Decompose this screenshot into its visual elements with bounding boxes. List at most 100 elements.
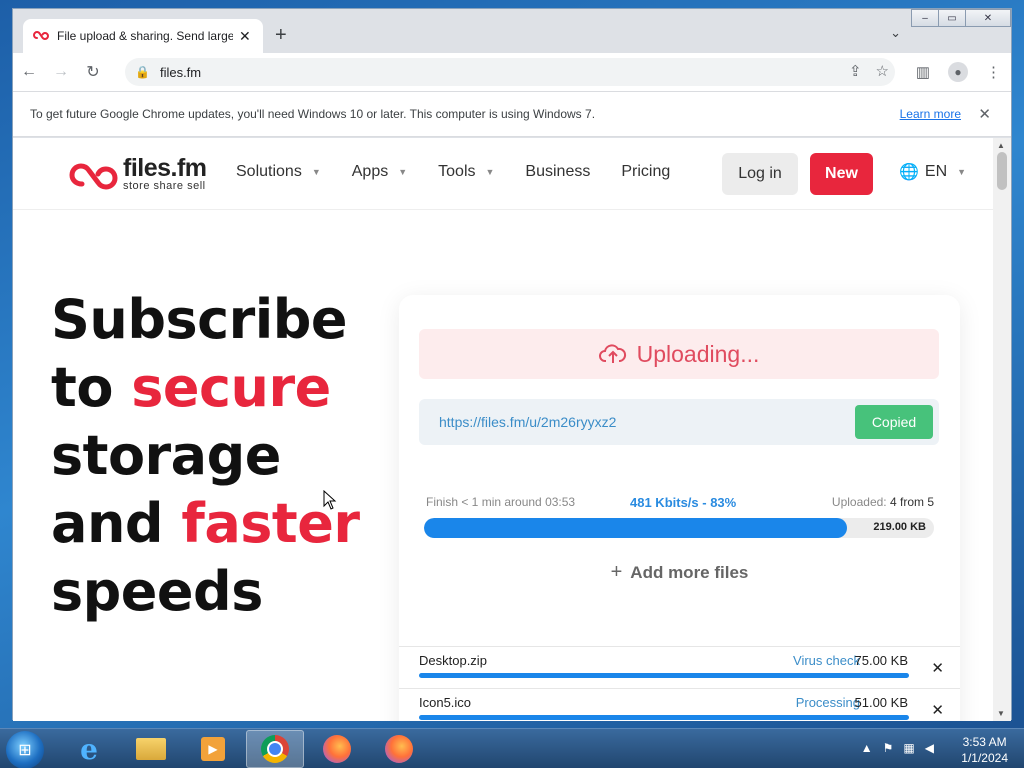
url-text: files.fm: [159, 64, 202, 80]
nav-apps-label: Apps: [351, 163, 389, 180]
bookmark-star-icon[interactable]: ☆: [876, 62, 889, 80]
taskbar-firefox[interactable]: [308, 730, 366, 768]
taskbar-media-player[interactable]: ▶: [184, 730, 242, 768]
back-arrow-icon[interactable]: ←: [13, 63, 45, 81]
clock-time: 3:53 AM: [962, 735, 1007, 749]
file-status: Processing: [795, 695, 860, 710]
file-name: Desktop.zip: [419, 653, 487, 668]
new-button[interactable]: New: [810, 153, 873, 195]
reload-icon[interactable]: ↻: [77, 62, 109, 82]
forward-arrow-icon[interactable]: →: [45, 63, 77, 81]
menu-kebab-icon[interactable]: ⋮: [986, 63, 1001, 81]
taskbar-internet-explorer[interactable]: e: [60, 730, 118, 768]
system-clock[interactable]: 3:53 AM 1/1/2024: [961, 734, 1008, 766]
file-size: 51.00 KB: [854, 695, 909, 710]
language-selector[interactable]: 🌐 EN ▼: [899, 162, 966, 182]
mouse-cursor-icon: [323, 490, 337, 510]
uploaded-label: Uploaded:: [831, 495, 887, 509]
file-status: Virus check: [793, 653, 860, 668]
upload-progress-bar: 219.00 KB: [424, 518, 934, 538]
hero-line-5: speeds: [51, 560, 263, 623]
login-button[interactable]: Log in: [722, 153, 798, 195]
maximize-button[interactable]: ▭: [938, 9, 966, 27]
share-icon[interactable]: ⇪: [849, 62, 862, 80]
share-link-box: https://files.fm/u/2m26ryyxz2 Copied: [419, 399, 939, 445]
share-link[interactable]: https://files.fm/u/2m26ryyxz2: [439, 414, 616, 430]
upload-progress-size: 219.00 KB: [873, 521, 926, 533]
cloud-upload-icon: [598, 344, 626, 363]
copied-button[interactable]: Copied: [855, 405, 933, 439]
tab-close-icon[interactable]: ✕: [239, 28, 251, 45]
taskbar-firefox-2[interactable]: [370, 730, 428, 768]
remove-file-icon[interactable]: ✕: [931, 701, 944, 719]
add-more-files-label: Add more files: [630, 563, 749, 582]
learn-more-link[interactable]: Learn more: [900, 107, 961, 121]
globe-icon: 🌐: [899, 164, 919, 181]
volume-icon[interactable]: ◀: [925, 741, 934, 755]
uploaded-count: Uploaded: 4 from 5: [832, 495, 934, 509]
system-tray: ▲ ⚑ ▦ ◀: [861, 741, 934, 755]
chrome-icon: [261, 735, 289, 763]
file-progress-bar: [419, 673, 909, 678]
nav-business[interactable]: Business: [525, 163, 590, 181]
uploaded-value: 4 from 5: [889, 495, 934, 509]
page-viewport: files.fm store share sell Solutions ▼ App…: [13, 138, 995, 721]
tab-title: File upload & sharing. Send large: [57, 29, 233, 43]
nav-solutions[interactable]: Solutions ▼: [236, 163, 321, 181]
media-player-icon: ▶: [201, 737, 225, 761]
profile-avatar-icon[interactable]: ●: [948, 62, 968, 82]
windows-taskbar: ⊞ e ▶ ▲ ⚑ ▦ ◀ 3:53 AM 1/1/2024: [0, 728, 1024, 768]
nav-apps[interactable]: Apps ▼: [352, 163, 407, 181]
start-button[interactable]: ⊞: [6, 731, 44, 768]
infobar-close-icon[interactable]: ✕: [978, 105, 991, 123]
nav-tools-label: Tools: [438, 163, 476, 180]
nav-pricing[interactable]: Pricing: [621, 163, 670, 181]
nav-tools[interactable]: Tools ▼: [438, 163, 494, 181]
update-infobar: To get future Google Chrome updates, you…: [13, 91, 1011, 137]
taskbar-file-explorer[interactable]: [122, 730, 180, 768]
language-label: EN: [924, 163, 948, 180]
scroll-up-arrow-icon[interactable]: ▲: [997, 141, 1005, 150]
chevron-down-icon: ▼: [311, 167, 321, 177]
side-panel-icon[interactable]: ▥: [916, 63, 930, 81]
site-header: files.fm store share sell Solutions ▼ App…: [13, 138, 995, 210]
scrollbar-thumb[interactable]: [997, 152, 1007, 190]
upload-progress-fill: [424, 518, 848, 538]
remove-file-icon[interactable]: ✕: [931, 659, 944, 677]
close-window-button[interactable]: ✕: [965, 9, 1011, 27]
logo-name: files.fm: [123, 154, 207, 182]
hero-line-1: Subscribe: [51, 288, 348, 351]
logo-tagline: store share sell: [123, 180, 206, 192]
firefox-icon: [385, 735, 413, 763]
hero-line-4-start: and: [51, 492, 182, 555]
new-tab-button[interactable]: +: [275, 25, 287, 45]
files-fm-logo[interactable]: files.fm store share sell: [69, 154, 207, 194]
hero-line-2: to secure: [51, 354, 371, 422]
finish-estimate: Finish < 1 min around 03:53: [426, 495, 576, 509]
network-icon[interactable]: ▦: [903, 741, 914, 755]
tab-files-fm[interactable]: File upload & sharing. Send large ✕: [23, 19, 263, 53]
window-controls: – ▭ ✕: [911, 9, 1011, 27]
files-fm-favicon-icon: [33, 30, 49, 41]
chevron-down-icon: ▼: [957, 167, 967, 177]
address-bar[interactable]: 🔒 files.fm ⇪ ☆: [125, 58, 895, 86]
scroll-down-arrow-icon[interactable]: ▼: [997, 709, 1005, 718]
add-more-files-button[interactable]: + Add more files: [399, 561, 960, 584]
file-size: 75.00 KB: [854, 653, 909, 668]
page-scrollbar[interactable]: ▲ ▼: [993, 138, 1011, 721]
taskbar-chrome[interactable]: [246, 730, 304, 768]
file-progress-bar: [419, 715, 909, 720]
lock-icon[interactable]: 🔒: [135, 65, 150, 79]
hero-line-2-start: to: [51, 356, 132, 419]
chevron-down-icon: ▼: [398, 167, 408, 177]
hero-headline: Subscribe to secure storage and faster s…: [51, 286, 371, 626]
tab-strip: File upload & sharing. Send large ✕ + ⌄ …: [13, 9, 1011, 53]
action-center-flag-icon[interactable]: ⚑: [883, 741, 894, 755]
upload-card: Uploading... https://files.fm/u/2m26ryyx…: [399, 295, 960, 721]
minimize-button[interactable]: –: [911, 9, 939, 27]
show-hidden-icons-icon[interactable]: ▲: [861, 741, 873, 755]
file-row: Desktop.zip Virus check 75.00 KB ✕: [399, 646, 960, 688]
files-fm-logo-icon: [69, 163, 118, 190]
folder-icon: [136, 738, 166, 760]
tab-search-chevron-icon[interactable]: ⌄: [890, 25, 901, 41]
